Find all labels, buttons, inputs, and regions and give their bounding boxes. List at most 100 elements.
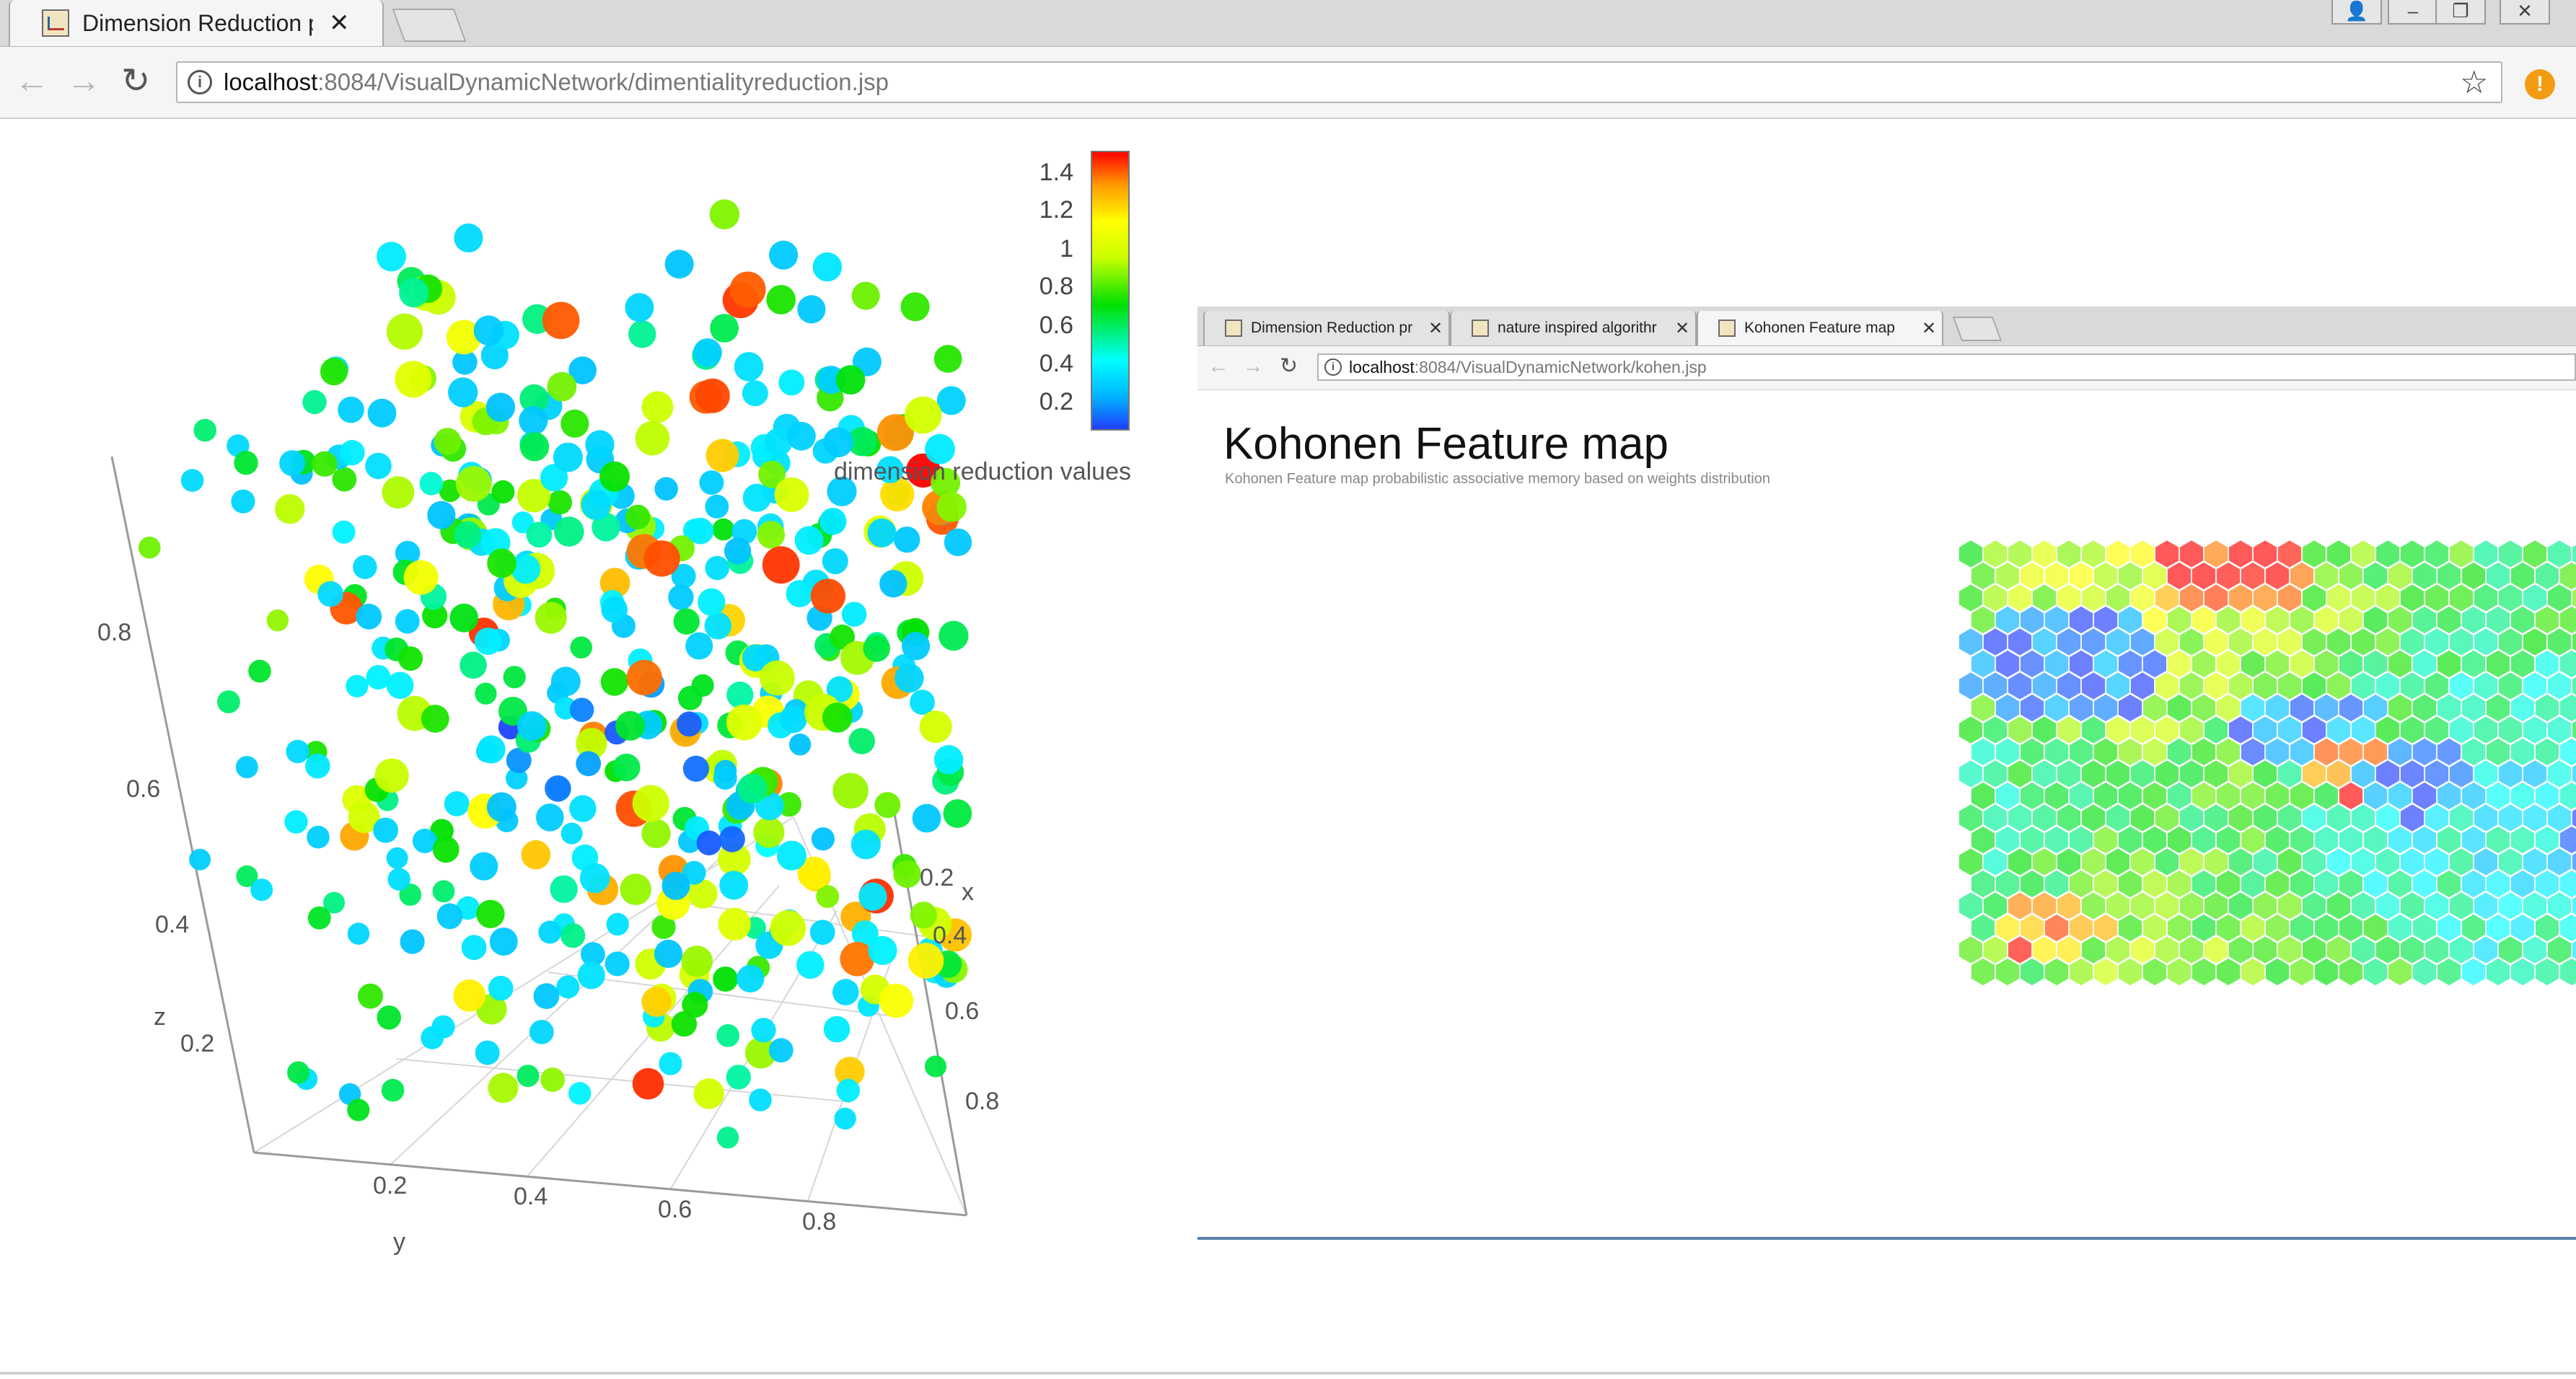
user-profile-icon[interactable]: 👤 — [2331, 0, 2382, 25]
scatter-point — [287, 1061, 310, 1084]
scatter-point — [770, 909, 806, 946]
scatter-point — [713, 966, 739, 992]
scatter-point — [699, 470, 724, 495]
scatter-point — [139, 537, 161, 559]
scatter-point — [938, 620, 969, 651]
forward-arrow-icon[interactable]: → — [66, 61, 101, 102]
x-axis-label: x — [962, 878, 974, 906]
scatter-point — [704, 612, 732, 640]
scatter-point — [719, 871, 749, 900]
browser-tab-strip: Dimension Reduction pr ✕ 👤 – ❐ ✕ — [0, 0, 2576, 47]
restore-icon[interactable]: ❐ — [2435, 0, 2486, 25]
scatter-point — [554, 516, 584, 547]
scatter-point — [421, 705, 449, 733]
y-tick-label: 0.8 — [802, 1208, 836, 1235]
scatter-point — [454, 223, 483, 252]
scatter-point — [193, 418, 217, 442]
colorbar — [1091, 151, 1130, 431]
scatter-point — [858, 882, 887, 911]
scatter-point — [449, 603, 479, 633]
scatter-point — [661, 871, 690, 900]
scatter-point — [347, 1098, 370, 1122]
new-tab-button[interactable] — [392, 9, 467, 42]
scatter-point — [365, 452, 392, 480]
scatter-point — [612, 753, 641, 782]
scatter-point — [682, 755, 710, 782]
address-bar[interactable]: i localhost:8084/VisualDynamicNetwork/di… — [176, 61, 2502, 103]
scatter-point — [561, 822, 583, 845]
scatter-point — [879, 983, 914, 1018]
scatter-point — [641, 391, 674, 423]
scatter-point — [705, 494, 729, 519]
scatter-point — [487, 548, 516, 578]
scatter-point — [682, 992, 708, 1018]
scatter-point — [933, 745, 964, 775]
tab-close-icon[interactable]: ✕ — [329, 9, 350, 38]
scatter-point — [377, 242, 406, 272]
scatter-point — [353, 555, 377, 579]
scatter-point — [320, 358, 348, 386]
scatter-point — [698, 588, 726, 617]
bookmark-star-icon[interactable]: ☆ — [2460, 67, 2488, 99]
minimize-icon[interactable]: – — [2388, 0, 2438, 25]
z-tick-label: 0.4 — [155, 911, 189, 938]
scatter-point — [696, 830, 722, 855]
address-url: localhost:8084/VisualDynamicNetwork/dime… — [224, 69, 889, 95]
scatter-point — [434, 428, 462, 455]
scatter-point — [475, 1040, 500, 1065]
scatter-point — [912, 803, 941, 833]
scatter-point — [305, 753, 330, 779]
scatter-point — [461, 935, 487, 961]
scatter-point — [904, 396, 942, 434]
scatter-point — [373, 817, 399, 843]
scatter-point — [432, 880, 455, 903]
scatter-3d-plot[interactable]: 1.4 1.2 1 0.8 0.6 0.4 0.2 dimension redu… — [0, 121, 1183, 1275]
scatter-point — [900, 292, 930, 322]
scatter-point — [307, 906, 331, 930]
extension-alert-icon[interactable]: ! — [2525, 69, 2555, 100]
scatter-point — [332, 520, 356, 544]
scatter-point — [850, 829, 881, 860]
scatter-point — [312, 451, 338, 477]
reload-icon[interactable]: ↻ — [121, 61, 150, 102]
scatter-point — [581, 490, 612, 520]
scatter-point — [726, 1065, 751, 1090]
colorbar-tick-label: 0.6 — [1039, 312, 1073, 339]
scatter-point — [943, 799, 972, 828]
scatter-point — [542, 301, 580, 340]
scatter-point — [681, 946, 713, 977]
scatter-point — [374, 758, 409, 793]
scatter-point — [250, 878, 273, 902]
scatter-point — [742, 483, 771, 512]
scatter-point — [556, 975, 580, 999]
scatter-point — [851, 281, 880, 310]
scatter-point — [317, 581, 343, 607]
scatter-point — [716, 1024, 739, 1047]
scatter-point — [386, 671, 414, 700]
back-arrow-icon[interactable]: ← — [14, 61, 49, 102]
scatter-point — [491, 480, 515, 504]
scatter-point — [548, 490, 572, 515]
scatter-point — [766, 285, 796, 314]
scatter-point — [769, 240, 799, 270]
site-info-icon[interactable]: i — [188, 70, 212, 94]
inner-window-bottom-edge — [1197, 1237, 2576, 1240]
scatter-point — [399, 278, 429, 308]
window-close-icon[interactable]: ✕ — [2500, 0, 2550, 25]
scatter-point — [569, 697, 594, 722]
scatter-point — [879, 570, 907, 598]
scatter-point — [832, 772, 869, 809]
scatter-point — [606, 912, 629, 936]
scatter-point — [585, 430, 615, 459]
scatter-point — [538, 920, 562, 944]
scatter-point — [517, 711, 548, 741]
scatter-point — [819, 508, 847, 535]
browser-tab-dimension-reduction[interactable]: Dimension Reduction pr ✕ — [9, 0, 384, 46]
scatter-point — [477, 735, 506, 764]
scatter-point — [779, 705, 807, 733]
scatter-point — [693, 1078, 724, 1109]
scatter-point — [729, 271, 766, 308]
scatter-point — [757, 521, 786, 549]
kohonen-window: Dimension Reduction pr ✕ nature inspired… — [1197, 307, 2576, 1244]
scatter-point — [673, 608, 700, 635]
